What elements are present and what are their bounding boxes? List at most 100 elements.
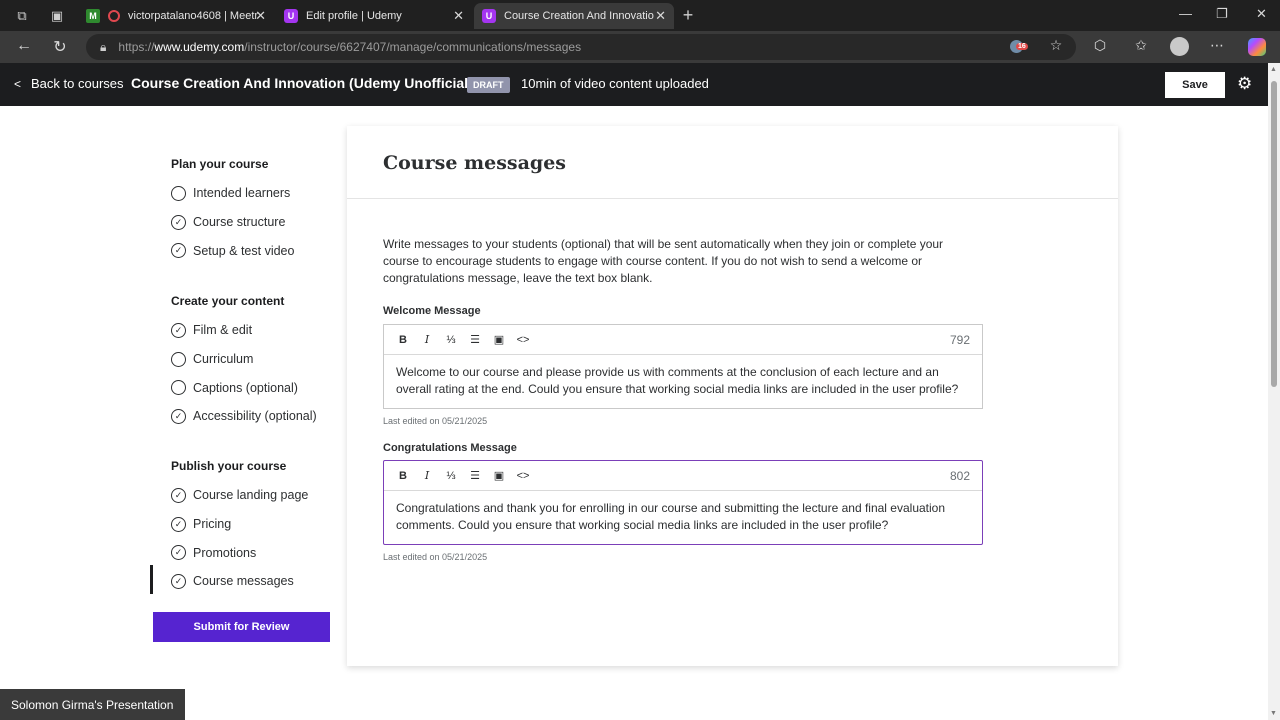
sidebar-group-publish: Publish your course ✓ Course landing pag…: [171, 459, 308, 596]
copilot-icon[interactable]: [1248, 38, 1266, 56]
active-item-marker: [150, 565, 153, 594]
sidebar-item-label: Promotions: [193, 545, 257, 560]
sidebar-item-course-messages[interactable]: ✓ Course messages: [171, 567, 308, 596]
lock-icon: 🔒︎: [100, 39, 107, 54]
code-icon[interactable]: <>: [511, 334, 535, 346]
save-button[interactable]: Save: [1165, 72, 1225, 98]
url-host: www.udemy.com: [154, 40, 245, 54]
page-content: Plan your course Intended learners ✓ Cou…: [0, 106, 1268, 720]
check-circle-icon: ✓: [171, 545, 186, 561]
back-icon[interactable]: ←: [14, 37, 34, 55]
editor-toolbar: B I ⅓ ☰ ▣ <> 792: [384, 325, 982, 355]
url-prefix: https://: [118, 40, 155, 54]
page-scrollbar[interactable]: ▲ ▼: [1268, 63, 1280, 720]
check-circle-icon: ✓: [171, 214, 186, 230]
sidebar-item-accessibility[interactable]: ✓ Accessibility (optional): [171, 402, 317, 431]
favorite-star-icon[interactable]: ☆: [1046, 37, 1066, 54]
workspaces-icon[interactable]: ⧉: [14, 8, 30, 24]
check-circle-icon: ✓: [171, 516, 186, 532]
close-tab-icon[interactable]: ✕: [453, 8, 464, 24]
refresh-icon[interactable]: ↻: [50, 37, 70, 57]
url-path: /instructor/course/6627407/manage/commun…: [244, 40, 582, 54]
udemy-icon: U: [482, 9, 496, 23]
profile-avatar[interactable]: [1170, 37, 1189, 56]
submit-for-review-button[interactable]: Submit for Review: [153, 612, 330, 642]
extensions-icon[interactable]: ⬡: [1090, 37, 1110, 54]
restore-icon[interactable]: ❐: [1216, 6, 1228, 22]
congratulations-message-editor[interactable]: B I ⅓ ☰ ▣ <> 802 Congratulations and tha…: [383, 460, 983, 545]
incomplete-circle-icon: [171, 351, 186, 367]
upload-status: 10min of video content uploaded: [521, 76, 709, 91]
image-icon[interactable]: ▣: [487, 333, 511, 346]
more-icon[interactable]: ⋯: [1207, 37, 1227, 54]
extension-badge: 16: [1016, 43, 1028, 50]
tab-title: Edit profile | Udemy: [306, 10, 402, 22]
sidebar-item-curriculum[interactable]: Curriculum: [171, 345, 317, 374]
address-bar[interactable]: 🔒︎ https:// www.udemy.com /instructor/co…: [86, 34, 1076, 60]
sidebar-item-pricing[interactable]: ✓ Pricing: [171, 510, 308, 539]
sidebar-heading: Publish your course: [171, 459, 287, 473]
check-circle-icon: ✓: [171, 243, 186, 259]
italic-icon[interactable]: I: [415, 333, 439, 346]
sidebar-heading: Plan your course: [171, 157, 269, 171]
sidebar-item-setup-test-video[interactable]: ✓ Setup & test video: [171, 236, 294, 265]
bold-icon[interactable]: B: [391, 470, 415, 482]
sidebar-item-label: Accessibility (optional): [193, 409, 317, 424]
numbered-list-icon[interactable]: ⅓: [439, 334, 463, 346]
check-circle-icon: ✓: [171, 487, 186, 503]
recording-icon: [108, 10, 120, 22]
sidebar-item-captions[interactable]: Captions (optional): [171, 373, 317, 402]
udemy-icon: U: [284, 9, 298, 23]
close-tab-icon[interactable]: ✕: [655, 8, 666, 24]
bulleted-list-icon[interactable]: ☰: [463, 333, 487, 346]
browser-tab-meetn[interactable]: M victorpatalano4608 | Meetn ✕: [78, 3, 274, 29]
extension-icon[interactable]: 16: [1010, 39, 1028, 55]
sidebar-item-promotions[interactable]: ✓ Promotions: [171, 538, 308, 567]
check-circle-icon: ✓: [171, 322, 186, 338]
sidebar-item-film-edit[interactable]: ✓ Film & edit: [171, 316, 317, 345]
code-icon[interactable]: <>: [511, 470, 535, 482]
bold-icon[interactable]: B: [391, 334, 415, 346]
character-counter: 792: [949, 333, 970, 347]
congratulations-message-text[interactable]: Congratulations and thank you for enroll…: [384, 491, 982, 544]
presenter-label: Solomon Girma's Presentation: [0, 689, 185, 720]
back-label: Back to courses: [31, 76, 124, 91]
numbered-list-icon[interactable]: ⅓: [439, 470, 463, 482]
gear-icon[interactable]: ⚙: [1237, 74, 1252, 94]
check-circle-icon: ✓: [171, 408, 186, 424]
status-badge: DRAFT: [467, 77, 510, 93]
sidebar-item-label: Course landing page: [193, 488, 309, 503]
back-to-courses-link[interactable]: < Back to courses: [14, 76, 124, 91]
favorites-icon[interactable]: ✩: [1131, 37, 1151, 54]
scroll-down-icon[interactable]: ▼: [1270, 710, 1277, 717]
intro-text: Write messages to your students (optiona…: [383, 237, 944, 285]
tab-title: victorpatalano4608 | Meetn: [128, 10, 258, 22]
scroll-up-icon[interactable]: ▲: [1270, 66, 1277, 73]
sidebar-item-label: Course messages: [193, 574, 294, 589]
sidebar-item-label: Captions (optional): [193, 380, 298, 395]
tab-actions-icon[interactable]: ▣: [49, 8, 65, 24]
minimize-icon[interactable]: —: [1179, 6, 1192, 21]
browser-tab-course-creation[interactable]: U Course Creation And Innovation ( ✕: [474, 3, 674, 29]
sidebar-item-course-landing-page[interactable]: ✓ Course landing page: [171, 481, 308, 510]
close-tab-icon[interactable]: ✕: [255, 8, 266, 24]
sidebar-item-label: Curriculum: [193, 352, 254, 367]
welcome-last-edited: Last edited on 05/21/2025: [383, 416, 488, 426]
welcome-message-text[interactable]: Welcome to our course and please provide…: [384, 355, 982, 408]
sidebar-item-label: Course structure: [193, 215, 286, 230]
browser-tab-edit-profile[interactable]: U Edit profile | Udemy ✕: [276, 3, 472, 29]
image-icon[interactable]: ▣: [487, 469, 511, 482]
sidebar-item-course-structure[interactable]: ✓ Course structure: [171, 208, 294, 237]
editor-toolbar: B I ⅓ ☰ ▣ <> 802: [384, 461, 982, 491]
bulleted-list-icon[interactable]: ☰: [463, 469, 487, 482]
sidebar-heading: Create your content: [171, 294, 285, 308]
chevron-left-icon: <: [14, 76, 22, 91]
incomplete-circle-icon: [171, 380, 186, 396]
new-tab-icon[interactable]: +: [680, 5, 696, 25]
sidebar-item-intended-learners[interactable]: Intended learners: [171, 179, 294, 208]
close-window-icon[interactable]: ✕: [1256, 6, 1267, 22]
welcome-message-editor[interactable]: B I ⅓ ☰ ▣ <> 792 Welcome to our course a…: [383, 324, 983, 409]
sidebar-group-plan: Plan your course Intended learners ✓ Cou…: [171, 157, 294, 265]
scrollbar-thumb[interactable]: [1271, 81, 1277, 387]
italic-icon[interactable]: I: [415, 469, 439, 482]
